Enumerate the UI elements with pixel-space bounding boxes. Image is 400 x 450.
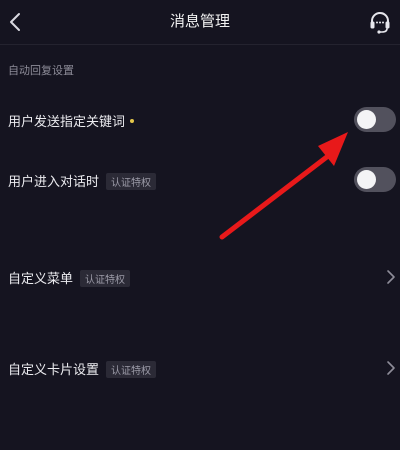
chevron-right-icon — [387, 270, 395, 284]
headset-icon — [370, 12, 390, 34]
header-divider — [0, 44, 400, 45]
row-label-custom-card: 自定义卡片设置 认证特权 — [8, 359, 157, 379]
row-label-text: 自定义菜单 — [8, 272, 74, 287]
section-label: 自动回复设置 — [8, 64, 74, 77]
new-indicator-dot — [130, 118, 135, 123]
certified-badge: 认证特权 — [106, 361, 157, 378]
toggle-knob — [357, 170, 376, 189]
row-label-keyword-reply: 用户发送指定关键词 — [8, 111, 135, 130]
row-label-custom-menu: 自定义菜单 认证特权 — [8, 268, 131, 288]
toggle-keyword-reply[interactable] — [354, 107, 396, 132]
row-keyword-reply[interactable]: 用户发送指定关键词 — [0, 106, 400, 134]
certified-badge: 认证特权 — [80, 270, 131, 287]
row-label-text: 自定义卡片设置 — [8, 363, 100, 378]
row-custom-menu[interactable]: 自定义菜单 认证特权 — [0, 262, 400, 290]
certified-badge: 认证特权 — [106, 173, 157, 190]
row-custom-card[interactable]: 自定义卡片设置 认证特权 — [0, 353, 400, 381]
page-title: 消息管理 — [169, 12, 230, 30]
row-enter-chat[interactable]: 用户进入对话时 认证特权 — [0, 166, 400, 194]
row-label-text: 用户进入对话时 — [8, 175, 100, 190]
header: 消息管理 — [0, 0, 400, 44]
toggle-knob — [357, 110, 376, 129]
toggle-enter-chat[interactable] — [354, 167, 396, 192]
customer-service-button[interactable] — [366, 8, 394, 36]
row-label-text: 用户发送指定关键词 — [8, 115, 126, 130]
chevron-right-icon — [387, 361, 395, 375]
row-label-enter-chat: 用户进入对话时 认证特权 — [8, 171, 157, 191]
